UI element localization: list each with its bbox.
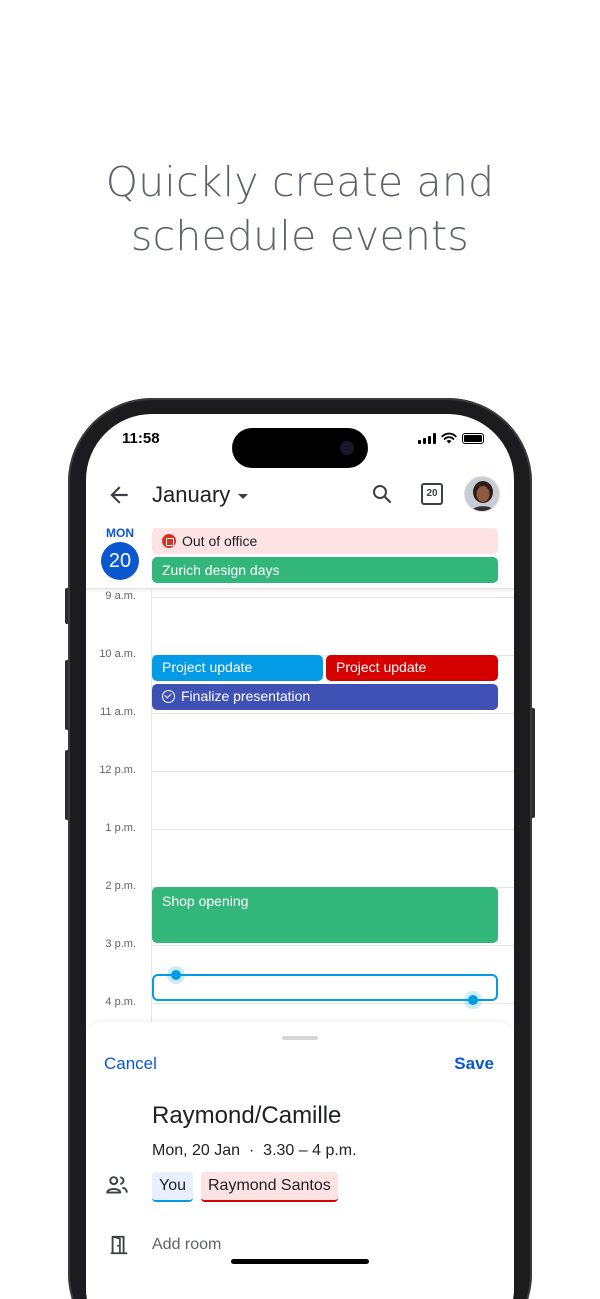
guest-chips: You Raymond Santos	[152, 1172, 338, 1202]
room-door-icon	[110, 1235, 128, 1255]
search-icon[interactable]	[370, 482, 394, 506]
hour-row: 9 a.m.	[86, 590, 514, 602]
month-dropdown[interactable]: January	[152, 482, 249, 508]
headline: Quickly create and schedule events	[0, 155, 600, 263]
month-label: January	[152, 482, 231, 507]
hour-label: 1 p.m.	[105, 822, 136, 834]
add-room-field[interactable]: Add room	[152, 1236, 221, 1254]
event-finalize-presentation[interactable]: Finalize presentation	[152, 684, 498, 710]
quick-create-sheet: Cancel Save Raymond/Camille Mon, 20 Jan …	[86, 1022, 514, 1299]
event-title-field[interactable]: Raymond/Camille	[152, 1102, 341, 1130]
event-project-update-blue[interactable]: Project update	[152, 655, 323, 681]
event-label: Finalize presentation	[181, 688, 311, 704]
home-indicator[interactable]	[231, 1259, 369, 1264]
day-grid[interactable]: 9 a.m. 10 a.m. 11 a.m. 12 p.m. 1 p.m. 2 …	[86, 588, 514, 1025]
hour-row: 4 p.m.	[86, 996, 514, 1008]
back-arrow-icon[interactable]	[106, 482, 132, 508]
day-number: 20	[101, 542, 139, 580]
hour-label: 9 a.m.	[105, 590, 136, 602]
new-event-selection[interactable]	[152, 974, 498, 1001]
app-bar: January 20	[86, 474, 514, 516]
cellular-signal-icon	[418, 432, 436, 444]
today-button[interactable]: 20	[421, 483, 443, 505]
front-camera	[340, 441, 354, 455]
hour-label: 2 p.m.	[105, 880, 136, 892]
save-button[interactable]: Save	[454, 1054, 494, 1074]
sheet-grabber[interactable]	[282, 1036, 318, 1040]
headline-line-2: schedule events	[131, 212, 469, 260]
drag-handle-end[interactable]	[468, 995, 478, 1005]
cancel-button[interactable]: Cancel	[104, 1054, 157, 1074]
task-check-icon	[162, 689, 175, 703]
guest-chip-raymond-santos[interactable]: Raymond Santos	[201, 1172, 338, 1202]
account-avatar[interactable]	[464, 476, 500, 512]
out-of-office-icon	[162, 534, 176, 548]
dynamic-island	[232, 428, 368, 468]
people-icon	[106, 1176, 128, 1194]
hour-label: 4 p.m.	[105, 996, 136, 1008]
avatar-photo	[465, 477, 499, 511]
wifi-icon	[441, 432, 457, 444]
drag-handle-start[interactable]	[171, 970, 181, 980]
hour-row: 11 a.m.	[86, 706, 514, 718]
guest-chip-you[interactable]: You	[152, 1172, 193, 1202]
hour-label: 10 a.m.	[99, 648, 136, 660]
day-header[interactable]: MON 20	[98, 526, 142, 580]
all-day-event-out-of-office[interactable]: Out of office	[152, 528, 498, 554]
hour-row: 12 p.m.	[86, 764, 514, 776]
event-shop-opening[interactable]: Shop opening	[152, 887, 498, 943]
hour-label: 3 p.m.	[105, 938, 136, 950]
all-day-event-zurich[interactable]: Zurich design days	[152, 557, 498, 583]
day-of-week: MON	[106, 526, 134, 540]
battery-icon	[462, 432, 484, 444]
phone-screen: 11:58 January 20 MON 20 Out of office Zu…	[86, 414, 514, 1299]
hour-row: 1 p.m.	[86, 822, 514, 834]
hour-row: 3 p.m.	[86, 938, 514, 950]
hour-label: 11 a.m.	[100, 706, 136, 718]
headline-line-1: Quickly create and	[105, 158, 495, 206]
event-label: Out of office	[182, 533, 258, 549]
status-icons	[418, 432, 484, 444]
dropdown-caret-icon	[238, 494, 249, 499]
event-project-update-red[interactable]: Project update	[326, 655, 498, 681]
status-time: 11:58	[122, 430, 160, 447]
hour-label: 12 p.m.	[99, 764, 136, 776]
event-date-time[interactable]: Mon, 20 Jan · 3.30 – 4 p.m.	[152, 1142, 357, 1160]
